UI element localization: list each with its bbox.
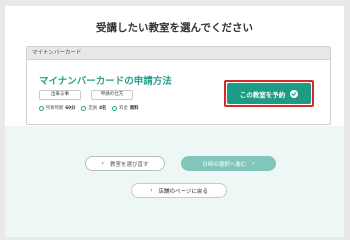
page-container: 受講したい教室を選んでください マイナンバーカード マイナンバーカードの申請方法… [5, 6, 344, 237]
chevron-right-icon: › [252, 160, 255, 167]
info-capacity-value: 4名 [99, 106, 107, 111]
tag-how-to-apply: 申請の仕方 [91, 90, 133, 100]
info-fee: 料金 無料 [112, 105, 139, 111]
card-header: マイナンバーカード [27, 47, 330, 60]
info-capacity: 定員 4名 [81, 105, 106, 111]
info-fee-value: 無料 [129, 106, 139, 111]
course-title: マイナンバーカードの申請方法 [39, 76, 172, 87]
yen-icon [112, 105, 118, 111]
course-card: マイナンバーカード マイナンバーカードの申請方法 出来る事 申請の仕方 所要時間… [26, 46, 331, 125]
info-fee-label: 料金 [119, 106, 128, 111]
clock-icon [39, 105, 44, 111]
info-capacity-label: 定員 [88, 106, 98, 111]
reselect-class-label: 教室を選び直す [109, 161, 149, 168]
reserve-class-label: この教室を予約 [239, 90, 286, 99]
footer-area [5, 126, 344, 237]
course-info-row: 所要時間 60分 定員 4名 料金 無料 [39, 105, 139, 111]
check-icon [290, 89, 299, 98]
chevron-left-icon: ‹ [150, 187, 153, 194]
reserve-class-button[interactable]: この教室を予約 [227, 83, 311, 104]
proceed-datetime-button[interactable]: 日時の選択へ進む › [181, 156, 276, 171]
back-to-store-button[interactable]: ‹ 店舗のページに戻る [131, 183, 227, 198]
chevron-left-icon: ‹ [101, 160, 104, 167]
info-duration-value: 60分 [65, 106, 76, 111]
back-to-store-label: 店舗のページに戻る [158, 188, 208, 195]
info-duration: 所要時間 60分 [39, 105, 75, 111]
tag-what-you-can-do: 出来る事 [39, 90, 81, 100]
reselect-class-button[interactable]: ‹ 教室を選び直す [85, 156, 165, 171]
proceed-datetime-label: 日時の選択へ進む [202, 161, 247, 168]
people-icon [81, 105, 87, 111]
info-duration-label: 所要時間 [46, 106, 64, 111]
page-title: 受講したい教室を選んでください [96, 22, 253, 34]
